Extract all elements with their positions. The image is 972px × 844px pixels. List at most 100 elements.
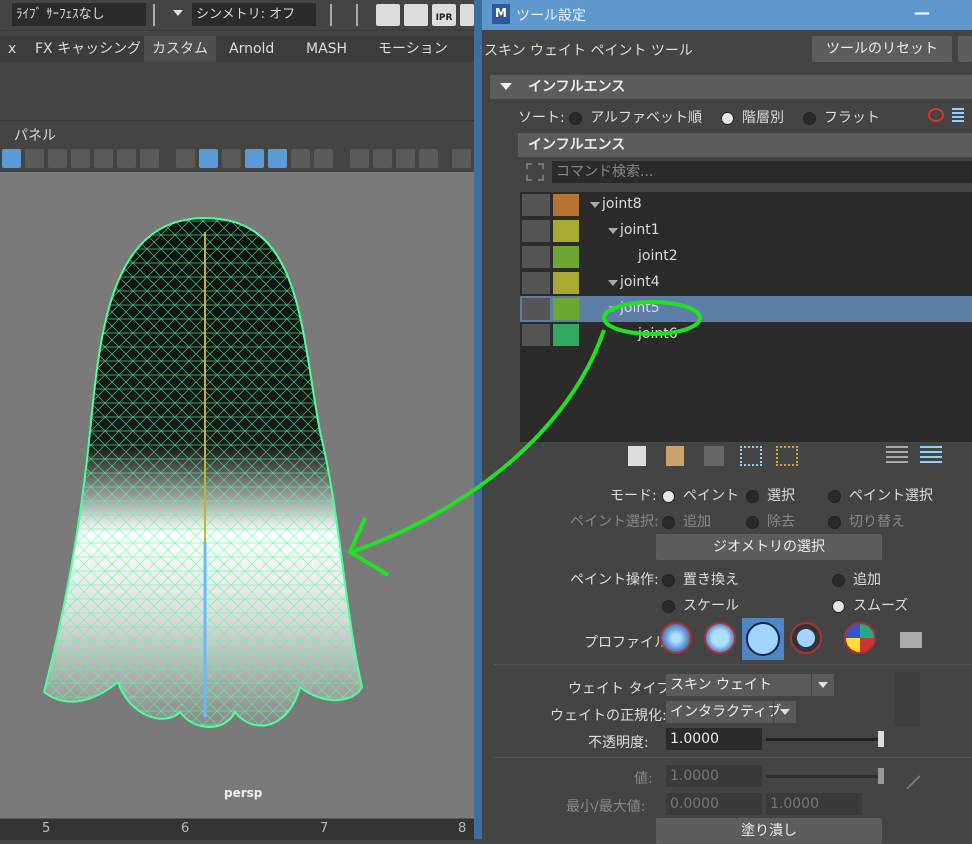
influence-row-joint6[interactable]: joint6: [520, 322, 972, 348]
chevron-down-icon[interactable]: [811, 674, 834, 696]
gaussian-brush-icon[interactable]: [660, 622, 692, 654]
influence-row-joint4[interactable]: joint4: [520, 270, 972, 296]
mode-paint-select-option[interactable]: ペイント選択: [828, 485, 933, 505]
paint-select-remove-option[interactable]: 除去: [746, 511, 795, 531]
film-gate-icon[interactable]: [25, 149, 44, 168]
wireframe-icon[interactable]: [176, 149, 195, 168]
collapse-list-icon[interactable]: [886, 446, 908, 466]
influence-search-input[interactable]: コマンド検索...: [552, 161, 972, 183]
folder-icon[interactable]: [900, 632, 922, 648]
expand-triangle-icon[interactable]: [608, 228, 618, 234]
image-brush-icon[interactable]: [844, 622, 876, 654]
value-slider-handle[interactable]: [878, 768, 884, 784]
paint-op-replace-option[interactable]: 置き換え: [662, 569, 739, 589]
chevron-down-icon[interactable]: [773, 701, 796, 723]
shelf-tab-custom[interactable]: カスタム: [144, 36, 216, 62]
panel-splitter[interactable]: [474, 0, 482, 839]
square-brush-icon[interactable]: [790, 622, 822, 654]
motion-blur-icon[interactable]: [373, 149, 392, 168]
influence-row-joint2[interactable]: joint2: [520, 244, 972, 270]
mode-select-option[interactable]: 選択: [746, 485, 795, 505]
move-weights-icon[interactable]: [740, 446, 762, 466]
joint-color-swatch[interactable]: [553, 324, 579, 346]
expand-list-icon[interactable]: [920, 446, 942, 466]
lock-icon[interactable]: [522, 298, 550, 320]
collapse-icon[interactable]: [500, 83, 512, 90]
shelf-tab-x[interactable]: x: [0, 36, 24, 62]
value-field[interactable]: 1.0000: [666, 765, 762, 787]
reset-tool-button[interactable]: ツールのリセット: [812, 36, 952, 62]
lock-icon[interactable]: [522, 220, 550, 242]
timeline[interactable]: 5 6 7 8: [0, 818, 474, 840]
lock-icon[interactable]: [522, 324, 550, 346]
wireframe-on-shaded-icon[interactable]: [245, 149, 264, 168]
lock-icon[interactable]: [522, 246, 550, 268]
sort-flat-radio[interactable]: [802, 111, 816, 125]
lights-icon[interactable]: [291, 149, 310, 168]
refresh-influences-icon[interactable]: [928, 108, 944, 122]
anti-aliasing-icon[interactable]: [396, 149, 415, 168]
screen-space-ao-icon[interactable]: [350, 149, 369, 168]
lock-icon[interactable]: [522, 194, 550, 216]
max-value-field[interactable]: 1.0000: [766, 793, 862, 815]
mode-paint-option[interactable]: ペイント: [662, 485, 739, 505]
normalize-weights-select[interactable]: インタラクティブ: [666, 701, 796, 723]
expand-triangle-icon[interactable]: [608, 280, 618, 286]
lock-icon[interactable]: [522, 272, 550, 294]
shelf-tab-arnold[interactable]: Arnold: [221, 36, 282, 62]
ipr-render-icon[interactable]: IPR: [432, 4, 456, 26]
sort-hierarchy-radio[interactable]: [720, 111, 734, 125]
safe-action-icon[interactable]: [117, 149, 136, 168]
paint-op-smooth-option[interactable]: スムーズ: [832, 595, 908, 615]
safe-title-icon[interactable]: [140, 149, 159, 168]
minimize-icon[interactable]: —: [914, 3, 930, 22]
chevron-down-icon[interactable]: [173, 10, 183, 16]
textured-icon[interactable]: [268, 149, 287, 168]
paint-op-scale-option[interactable]: スケール: [662, 595, 739, 615]
field-chart-icon[interactable]: [94, 149, 113, 168]
influence-row-joint8[interactable]: joint8: [520, 192, 972, 218]
render-current-frame-icon[interactable]: [404, 4, 428, 26]
render-settings-icon[interactable]: [460, 4, 474, 26]
weight-hammer-icon[interactable]: [704, 446, 724, 466]
smooth-shade-icon[interactable]: [199, 149, 218, 168]
select-geometry-button[interactable]: ジオメトリの選択: [656, 534, 882, 560]
influence-row-joint1[interactable]: joint1: [520, 218, 972, 244]
opacity-field[interactable]: 1.0000: [666, 728, 762, 750]
influence-row-joint5[interactable]: joint5: [520, 296, 972, 322]
default-material-icon[interactable]: [222, 149, 241, 168]
joint-color-swatch[interactable]: [553, 246, 579, 268]
solid-brush-icon[interactable]: [746, 622, 780, 656]
isolate-select-icon[interactable]: [452, 149, 471, 168]
influence-section-header[interactable]: インフルエンス: [490, 75, 972, 99]
live-surface-dropdown[interactable]: ﾗｲﾌﾞ ｻｰﾌｪｽなし: [12, 3, 146, 26]
joint-color-swatch[interactable]: [553, 298, 579, 320]
depth-of-field-icon[interactable]: [419, 149, 438, 168]
shelf-tab-mash[interactable]: MASH: [298, 36, 355, 62]
eyedropper-icon[interactable]: [893, 762, 921, 790]
paint-op-add-option[interactable]: 追加: [832, 569, 881, 589]
weight-type-select[interactable]: スキン ウェイト: [666, 674, 834, 696]
flood-button[interactable]: 塗り潰し: [656, 818, 882, 844]
expand-triangle-icon[interactable]: [608, 306, 618, 312]
render-view-icon[interactable]: [376, 4, 400, 26]
panel-menu[interactable]: パネル: [14, 125, 56, 145]
joint-color-swatch[interactable]: [553, 194, 579, 216]
grid-icon[interactable]: [2, 149, 21, 168]
soft-brush-icon[interactable]: [704, 622, 736, 654]
sort-alpha-radio[interactable]: [569, 111, 583, 125]
opacity-slider-handle[interactable]: [878, 731, 884, 747]
resolution-gate-icon[interactable]: [48, 149, 67, 168]
joint-color-swatch[interactable]: [553, 272, 579, 294]
list-view-icon[interactable]: [952, 108, 964, 122]
copy-weights-icon[interactable]: [628, 446, 646, 466]
shelf-tab-motion-graphics[interactable]: モーション グラフィ: [370, 36, 474, 83]
shelf-tab-fx-caching[interactable]: FX キャッシング: [27, 36, 149, 62]
min-value-field[interactable]: 0.0000: [666, 793, 762, 815]
shadows-icon[interactable]: [314, 149, 333, 168]
opacity-slider[interactable]: [766, 738, 884, 741]
show-influences-icon[interactable]: [776, 446, 798, 466]
viewport-persp[interactable]: persp: [0, 172, 474, 820]
value-slider[interactable]: [766, 775, 884, 778]
filter-icon[interactable]: [526, 163, 544, 181]
